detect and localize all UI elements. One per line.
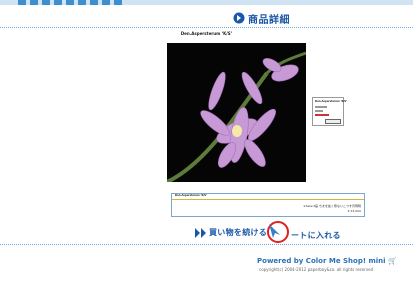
top-stripe [0, 0, 413, 5]
desc-price: ¥ 23,000 [347, 209, 361, 213]
divider-bottom [0, 244, 413, 245]
description-box: Den.Aspersterum ‘K/S’ ※Select画 ちまを拡く際ないこ… [171, 193, 365, 217]
powered-text: Powered by Color Me Shop! mini [257, 257, 386, 265]
continue-shopping-button[interactable]: 買い物を続ける [195, 227, 267, 238]
powered-by-link[interactable]: Powered by Color Me Shop! mini 🛒 [257, 257, 397, 265]
product-name: Den.Aspersterum ‘K/S’ [180, 31, 233, 36]
double-arrow-icon [195, 227, 206, 238]
info-product-name: Den.Aspersterum ‘K/S’ [315, 100, 348, 103]
divider-top [0, 27, 413, 28]
info-price-line [315, 114, 329, 116]
cursor-highlight-icon [267, 221, 289, 243]
copyright: copyright(c) 2004-2012 paperboy&co. all … [259, 267, 374, 272]
orchid-image [166, 43, 307, 184]
continue-shopping-label: 買い物を続ける [209, 228, 268, 237]
product-photo[interactable] [166, 43, 307, 184]
cart-icon: 🛒 [388, 257, 397, 265]
page-title: 商品詳細 [233, 11, 290, 26]
desc-divider [172, 199, 364, 200]
product-detail-icon [233, 12, 245, 24]
add-to-cart-label: ートに入れる [291, 231, 341, 240]
desc-text: ※Select画 ちまを拡く際ないこつす月現時 [303, 204, 361, 208]
info-line [315, 110, 323, 112]
quantity-input[interactable] [325, 119, 341, 124]
product-info-panel: Den.Aspersterum ‘K/S’ [312, 97, 348, 126]
info-line [315, 106, 327, 108]
desc-product-name: Den.Aspersterum ‘K/S’ [175, 194, 208, 197]
add-to-cart-button[interactable]: ートに入れる [263, 220, 341, 244]
page-title-text: 商品詳細 [248, 14, 290, 26]
